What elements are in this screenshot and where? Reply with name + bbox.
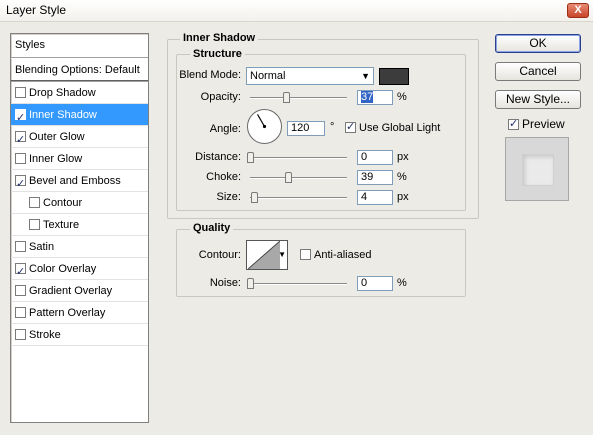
style-item-label: Inner Shadow <box>29 109 97 121</box>
style-item-bevel-and-emboss[interactable]: Bevel and Emboss <box>11 170 148 195</box>
style-item-outer-glow[interactable]: Outer Glow <box>11 126 148 151</box>
distance-label: Distance: <box>195 151 241 163</box>
inner-shadow-title: Inner Shadow <box>180 32 259 44</box>
style-item-label: Bevel and Emboss <box>29 175 121 187</box>
distance-slider-track[interactable] <box>250 157 347 159</box>
style-item-inner-shadow[interactable]: Inner Shadow <box>11 104 148 129</box>
style-item-drop-shadow[interactable]: Drop Shadow <box>11 82 148 104</box>
style-item-label: Satin <box>29 241 55 253</box>
preview-thumbnail <box>505 137 569 201</box>
distance-unit: px <box>397 151 409 163</box>
style-checkbox-icon[interactable] <box>15 153 26 164</box>
blend-mode-value: Normal <box>250 70 286 82</box>
style-items: Drop Shadow Inner Shadow Outer Glow Inner G… <box>11 82 148 346</box>
angle-label: Angle: <box>209 123 241 135</box>
style-checkbox-icon[interactable] <box>15 261 26 283</box>
choke-label: Choke: <box>206 171 241 183</box>
noise-slider-thumb[interactable] <box>247 278 254 289</box>
use-global-light-check-icon <box>345 120 356 133</box>
noise-label: Noise: <box>209 277 241 289</box>
angle-input[interactable]: 120 <box>287 121 325 136</box>
style-item-label: Outer Glow <box>29 131 85 143</box>
distance-input[interactable]: 0 <box>357 150 393 165</box>
opacity-input[interactable]: 37 <box>357 90 393 105</box>
style-item-satin[interactable]: Satin <box>11 236 148 258</box>
preview-swatch <box>522 154 554 186</box>
style-checkbox-icon[interactable] <box>15 87 26 98</box>
contour-dropdown-icon[interactable]: ▼ <box>278 250 286 259</box>
style-checkbox-icon[interactable] <box>15 329 26 340</box>
opacity-label: Opacity: <box>200 91 241 103</box>
style-checkbox-icon[interactable] <box>15 285 26 296</box>
distance-slider-thumb[interactable] <box>247 152 254 163</box>
choke-slider-thumb[interactable] <box>284 172 292 183</box>
style-item-label: Color Overlay <box>29 263 97 275</box>
contour-picker[interactable]: ▼ <box>246 240 288 270</box>
style-item-label: Contour <box>43 197 83 209</box>
style-checkbox-icon[interactable] <box>15 307 26 318</box>
noise-unit: % <box>397 277 407 289</box>
angle-indicator <box>256 114 266 127</box>
window-title: Layer Style <box>6 3 67 17</box>
styles-header[interactable]: Styles <box>11 34 148 58</box>
noise-input[interactable]: 0 <box>357 276 393 291</box>
opacity-slider-thumb[interactable] <box>282 92 290 103</box>
close-button[interactable]: X <box>567 3 589 18</box>
preview-check-icon <box>508 117 519 130</box>
style-item-label: Pattern Overlay <box>29 307 106 319</box>
size-unit: px <box>397 191 409 203</box>
anti-aliased-checkbox[interactable]: Anti-aliased <box>300 249 371 261</box>
choke-input[interactable]: 39 <box>357 170 393 185</box>
blend-mode-label: Blend Mode: <box>179 69 241 81</box>
style-item-texture[interactable]: Texture <box>11 214 148 236</box>
style-item-color-overlay[interactable]: Color Overlay <box>11 258 148 283</box>
size-label: Size: <box>216 191 241 203</box>
style-item-pattern-overlay[interactable]: Pattern Overlay <box>11 302 148 324</box>
blending-options-item[interactable]: Blending Options: Default <box>11 58 148 82</box>
quality-title: Quality <box>190 222 234 234</box>
size-slider-thumb[interactable] <box>250 192 258 203</box>
ok-button[interactable]: OK <box>495 34 581 53</box>
use-global-light-checkbox[interactable]: Use Global Light <box>345 120 440 134</box>
size-slider-track[interactable] <box>250 197 347 199</box>
style-item-label: Texture <box>43 219 80 231</box>
style-item-gradient-overlay[interactable]: Gradient Overlay <box>11 280 148 302</box>
angle-unit: ° <box>330 121 335 133</box>
choke-slider-track[interactable] <box>250 177 347 179</box>
style-item-stroke[interactable]: Stroke <box>11 324 148 346</box>
chevron-down-icon: ▼ <box>361 71 370 81</box>
opacity-slider-track[interactable] <box>250 97 347 99</box>
style-item-label: Drop Shadow <box>29 87 96 99</box>
blend-mode-select[interactable]: Normal ▼ <box>246 67 374 85</box>
choke-unit: % <box>397 171 407 183</box>
style-item-label: Stroke <box>29 329 61 341</box>
shadow-color-swatch[interactable] <box>379 68 409 85</box>
style-checkbox-icon[interactable] <box>29 197 40 208</box>
structure-title: Structure <box>190 48 245 60</box>
style-item-label: Gradient Overlay <box>29 285 113 297</box>
style-checkbox-icon[interactable] <box>15 129 26 151</box>
style-checkbox-icon[interactable] <box>15 241 26 252</box>
size-input[interactable]: 4 <box>357 190 393 205</box>
style-item-label: Inner Glow <box>29 153 83 165</box>
style-item-contour[interactable]: Contour <box>11 192 148 214</box>
style-checkbox-icon[interactable] <box>15 107 26 129</box>
style-checkbox-icon[interactable] <box>29 219 40 230</box>
style-item-inner-glow[interactable]: Inner Glow <box>11 148 148 170</box>
opacity-unit: % <box>397 91 407 103</box>
layer-style-dialog: Layer Style X Styles Blending Options: D… <box>0 0 593 435</box>
style-checkbox-icon[interactable] <box>15 173 26 195</box>
styles-list: Styles Blending Options: Default Drop Sh… <box>10 33 149 423</box>
noise-slider-track[interactable] <box>250 283 347 285</box>
contour-preview-icon <box>248 241 280 269</box>
title-bar: Layer Style X <box>0 0 593 22</box>
anti-aliased-check-icon <box>300 249 311 260</box>
close-icon: X <box>574 4 582 16</box>
preview-checkbox[interactable]: Preview <box>508 117 565 131</box>
new-style-button[interactable]: New Style... <box>495 90 581 109</box>
contour-label: Contour: <box>198 249 241 261</box>
angle-dial[interactable] <box>247 109 282 144</box>
cancel-button[interactable]: Cancel <box>495 62 581 81</box>
